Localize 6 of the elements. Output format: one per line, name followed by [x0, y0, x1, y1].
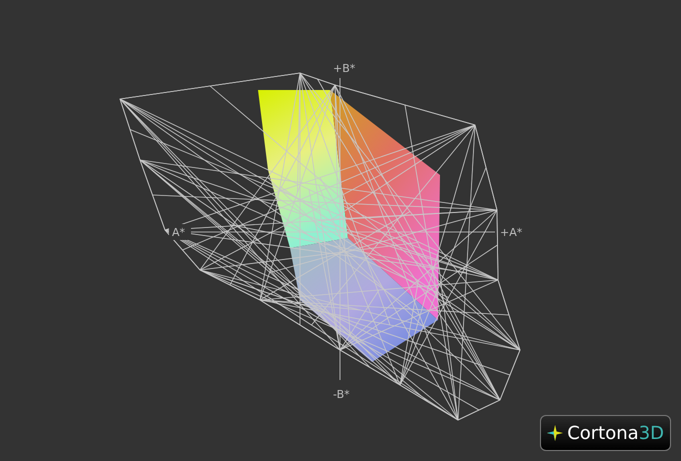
logo-text: Cortona3D	[567, 422, 664, 446]
axis-label: -B*	[333, 388, 350, 401]
axis-label: +A*	[500, 226, 522, 239]
axis-label: A*	[172, 226, 186, 239]
logo-badge[interactable]: Cortona3D	[540, 415, 671, 451]
axis-label: +B*	[333, 62, 356, 75]
